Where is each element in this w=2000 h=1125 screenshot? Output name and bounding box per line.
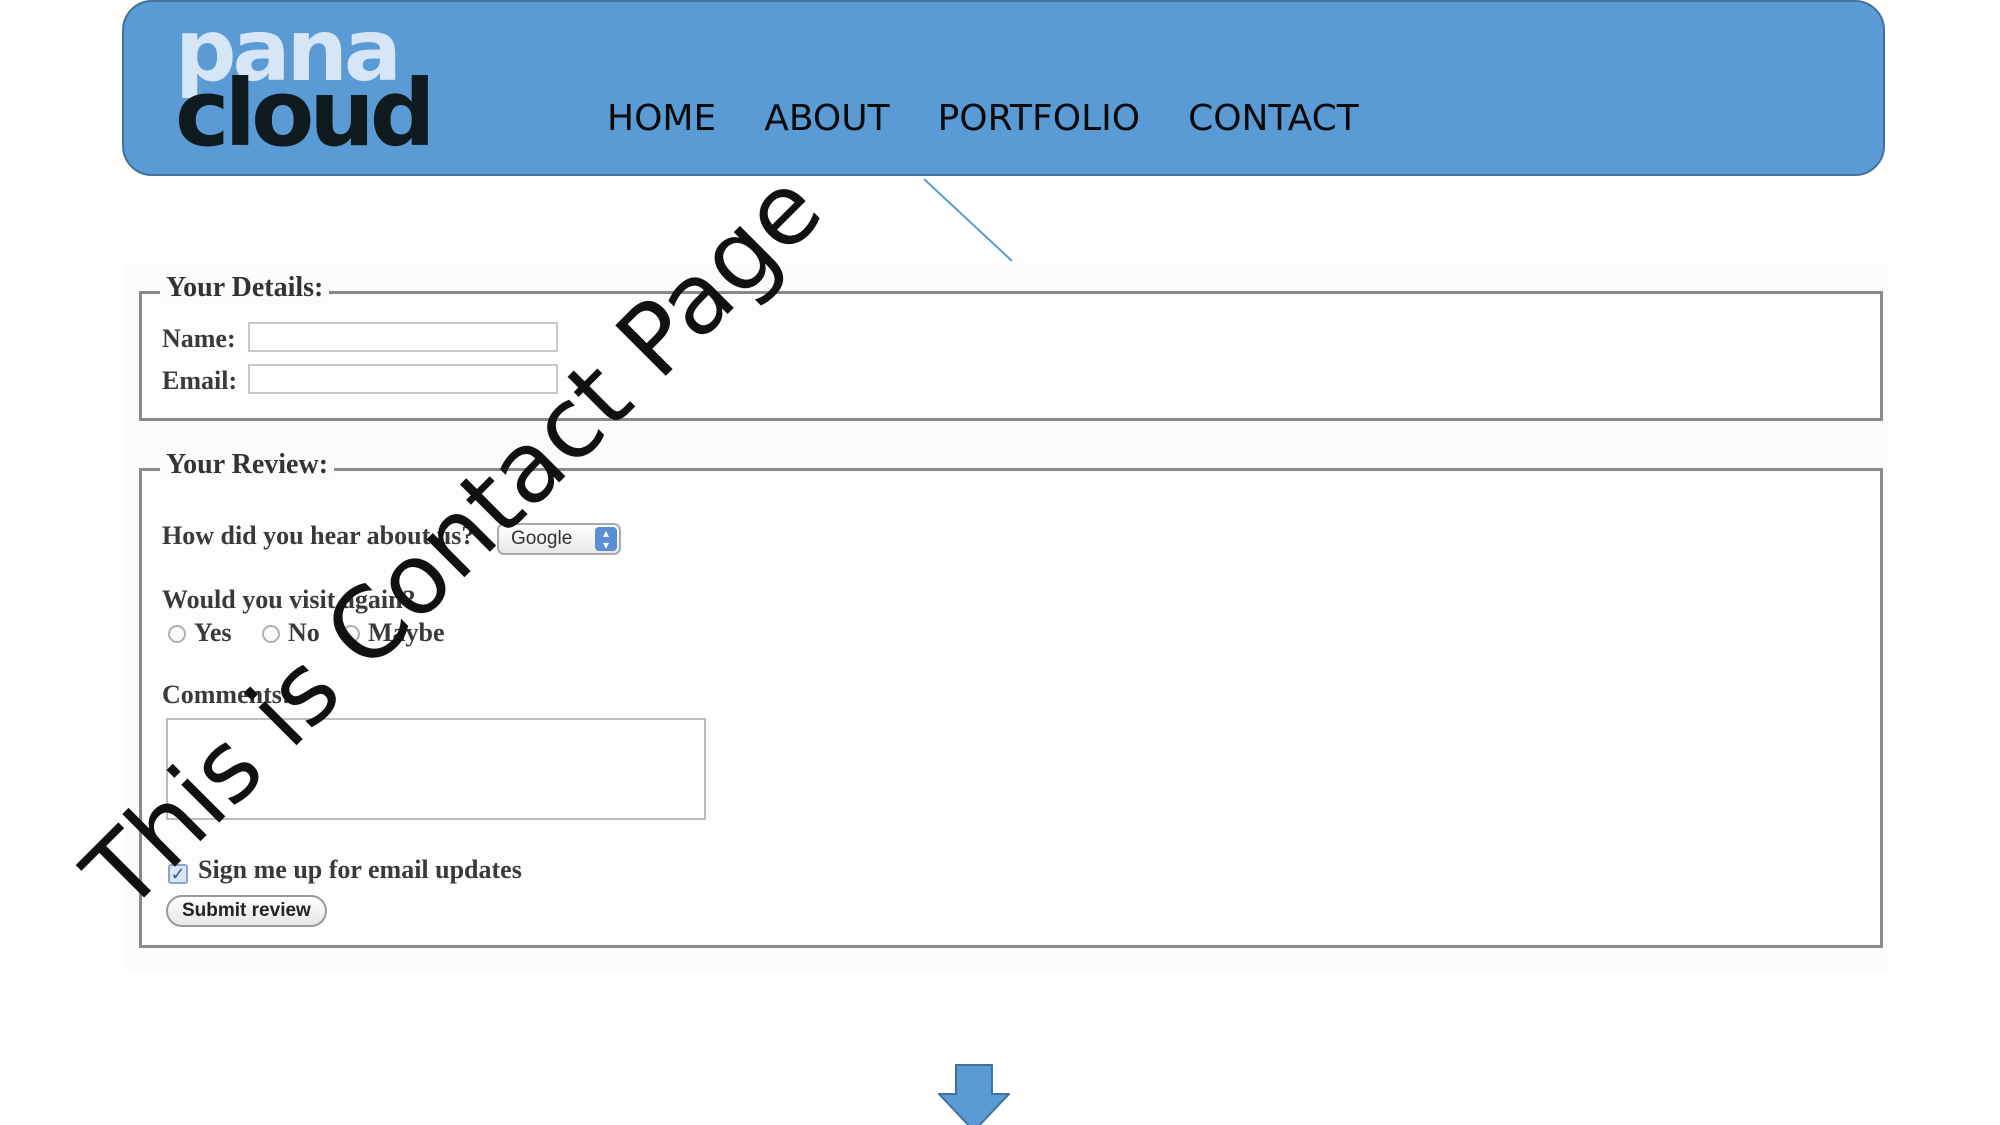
nav-home[interactable]: HOME [607,95,716,143]
email-updates-label: Sign me up for email updates [198,855,522,884]
panacloud-logo[interactable]: pana cloud [175,8,455,167]
chevron-updown-icon: ▴ ▾ [595,527,617,551]
email-label: Email: [162,366,238,395]
nav-contact[interactable]: CONTACT [1188,95,1359,143]
name-label: Name: [162,324,236,353]
connector-line [923,178,1013,262]
your-review-legend: Your Review: [160,449,335,481]
your-details-legend: Your Details: [160,272,330,304]
down-arrow-icon [938,1064,1010,1125]
nav-portfolio[interactable]: PORTFOLIO [938,95,1140,143]
logo-text-bottom: cloud [175,60,436,167]
email-field[interactable] [248,364,558,394]
main-nav: HOME ABOUT PORTFOLIO CONTACT [607,95,1407,143]
name-field[interactable] [248,322,558,352]
your-details-fieldset: Your Details: Name: Email: [139,272,1883,421]
nav-about[interactable]: ABOUT [764,95,889,143]
radio-yes[interactable] [168,625,186,643]
radio-yes-label: Yes [194,618,232,647]
submit-review-button[interactable]: Submit review [166,895,327,927]
